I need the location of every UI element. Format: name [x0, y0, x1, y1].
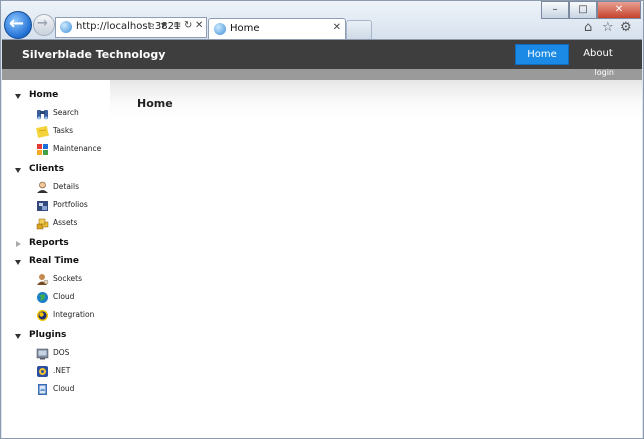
expand-triangle-icon[interactable]	[15, 334, 21, 339]
item-label[interactable]: Search	[53, 108, 79, 117]
item-label[interactable]: Sockets	[53, 274, 82, 283]
dropdown-arrow-icon[interactable]: ▾	[161, 20, 166, 31]
close-window-button[interactable]: ✕	[597, 1, 641, 19]
dos-icon	[36, 348, 49, 360]
page-icon	[60, 21, 72, 33]
item-label[interactable]: Cloud	[53, 292, 74, 301]
close-tab-icon[interactable]: ✕	[333, 22, 341, 33]
group-label[interactable]: Reports	[29, 238, 69, 248]
browser-window: http://localhost:3821 ⌕ ▾ ≡ ↻ ✕ Home ✕ –…	[0, 0, 644, 439]
login-link[interactable]: login	[595, 68, 615, 77]
gear-icon[interactable]: ⚙	[620, 20, 632, 35]
group-label[interactable]: Real Time	[29, 256, 79, 266]
expand-triangle-icon[interactable]	[15, 168, 21, 173]
eclipse-icon	[37, 310, 48, 321]
globe-icon	[37, 292, 48, 303]
sub-header: login	[2, 68, 642, 80]
refresh-icon[interactable]: ↻	[184, 20, 192, 31]
main-content: Home	[110, 80, 642, 438]
item-label[interactable]: Maintenance	[53, 144, 101, 153]
collapsed-triangle-icon[interactable]	[16, 241, 21, 247]
item-label[interactable]: Cloud	[53, 384, 74, 393]
gold-bars-icon	[36, 218, 49, 230]
item-label[interactable]: Integration	[53, 310, 94, 319]
tab-title: Home	[230, 23, 260, 34]
search-icon[interactable]: ⌕	[149, 20, 155, 31]
item-label[interactable]: Assets	[53, 218, 77, 227]
item-label[interactable]: .NET	[53, 366, 70, 375]
maximize-button[interactable]: □	[569, 1, 597, 19]
nav-home-button[interactable]: Home	[515, 44, 569, 65]
sticky-note-icon	[36, 125, 49, 138]
forward-button[interactable]	[33, 14, 55, 36]
cloud-book-icon	[38, 384, 47, 395]
page-title: Home	[137, 97, 173, 110]
group-label[interactable]: Plugins	[29, 330, 66, 340]
stop-icon[interactable]: ✕	[195, 20, 203, 31]
browser-chrome: http://localhost:3821 ⌕ ▾ ≡ ↻ ✕ Home ✕ –…	[1, 1, 643, 40]
expand-triangle-icon[interactable]	[15, 260, 21, 265]
portfolio-icon	[37, 201, 48, 211]
new-tab-button[interactable]	[346, 20, 372, 40]
group-label[interactable]: Clients	[29, 164, 64, 174]
item-label[interactable]: Tasks	[53, 126, 73, 135]
expand-triangle-icon[interactable]	[15, 94, 21, 99]
address-bar[interactable]: http://localhost:3821 ⌕ ▾ ≡ ↻ ✕	[55, 17, 207, 38]
item-label[interactable]: Portfolios	[53, 200, 88, 209]
browser-tab[interactable]: Home ✕	[208, 18, 346, 40]
compatibility-icon[interactable]: ≡	[173, 20, 181, 31]
brand-title: Silverblade Technology	[22, 48, 166, 61]
page-viewport: Silverblade Technology Home About login …	[2, 39, 642, 438]
item-label[interactable]: Details	[53, 182, 79, 191]
home-icon[interactable]: ⌂	[584, 20, 592, 35]
binoculars-icon	[37, 110, 48, 120]
window-controls: – □ ✕	[541, 1, 641, 19]
sidebar: Home Search Tasks Maintenance Clients De…	[2, 80, 110, 438]
item-label[interactable]: DOS	[53, 348, 69, 357]
nav-about-button[interactable]: About	[574, 44, 622, 63]
minimize-button[interactable]: –	[541, 1, 569, 19]
tiles-icon	[37, 144, 48, 155]
favorites-star-icon[interactable]: ☆	[602, 20, 614, 35]
socket-person-icon	[37, 274, 49, 285]
dotnet-icon	[37, 366, 48, 377]
tab-page-icon	[214, 23, 226, 35]
person-icon	[37, 181, 48, 193]
app-header: Silverblade Technology Home About	[2, 40, 642, 69]
group-label[interactable]: Home	[29, 90, 58, 100]
back-button[interactable]	[4, 11, 32, 39]
